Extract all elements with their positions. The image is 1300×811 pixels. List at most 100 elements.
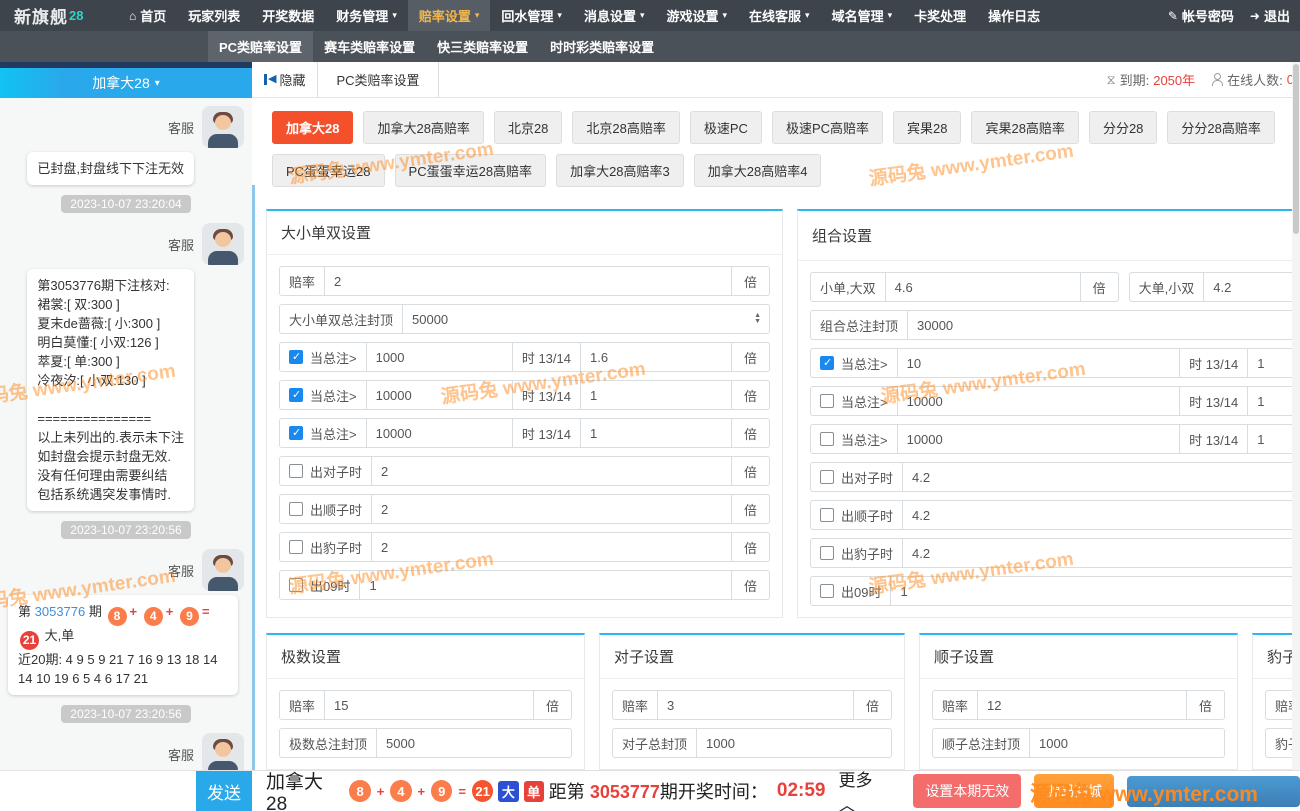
game-tab-canada28[interactable]: 加拿大28 [272,111,353,144]
menu-item-home[interactable]: ⌂首页 [118,0,177,31]
game-tab[interactable]: 宾果28 [893,111,961,144]
checkbox[interactable] [820,394,834,408]
checkbox[interactable] [820,546,834,560]
subnav-pc-odds[interactable]: PC类赔率设置 [208,31,313,62]
blue-button[interactable] [1127,776,1300,807]
current-game-label: 加拿大28 [266,767,341,811]
draw-result-line: 第 3053776 期 8+ 4+ 9= 21 大,单 [18,602,228,650]
panel-straight: 顺子设置 赔率 倍 顺子总注封顶 [919,633,1238,770]
menu-item-finance[interactable]: 财务管理▾ [325,0,408,31]
checkbox[interactable] [289,388,303,402]
threshold-input[interactable] [898,349,1180,377]
menu-item-players[interactable]: 玩家列表 [177,0,251,31]
checkbox[interactable] [289,502,303,516]
chat-room-selector[interactable]: 加拿大28 ▾ [0,68,252,98]
rate-input[interactable] [325,691,533,719]
menu-item-logs[interactable]: 操作日志 [977,0,1051,31]
game-tab[interactable]: 宾果28高赔率 [971,111,1078,144]
cap-input[interactable] [697,729,891,757]
checkbox[interactable] [289,464,303,478]
logo-text: 新旗舰 [14,3,68,28]
game-tab[interactable]: 加拿大28高赔率4 [694,154,822,187]
rate-input[interactable] [903,501,1300,529]
rate-input[interactable] [372,457,731,485]
edit-icon: ✎ [1168,9,1178,23]
threshold-input[interactable] [367,343,512,371]
logout-button[interactable]: ➜退出 [1242,0,1298,31]
cap-input[interactable] [403,305,754,333]
subnav-racing-odds[interactable]: 赛车类赔率设置 [313,31,426,62]
game-tab[interactable]: 北京28 [494,111,562,144]
rate-input[interactable] [360,571,731,599]
menu-item-message-settings[interactable]: 消息设置▾ [573,0,656,31]
checkbox[interactable] [820,508,834,522]
more-toggle[interactable]: 更多 ︿ [839,766,893,811]
menu-item-prize[interactable]: 卡奖处理 [903,0,977,31]
chat-message-list[interactable]: 客服 已封盘,封盘线下下注无效 2023-10-07 23:20:04 客服 第… [0,98,252,770]
game-tab[interactable]: 北京28高赔率 [572,111,679,144]
source-shop-button[interactable]: 源码商城 [1034,774,1114,808]
rate-input[interactable] [581,381,731,409]
chevron-down-icon: ▾ [723,10,728,21]
rate-input[interactable] [903,463,1300,491]
game-tab[interactable]: PC蛋蛋幸运28 [272,154,385,187]
rate-input[interactable] [886,273,1080,301]
main-scroll-region[interactable]: 加拿大28 加拿大28高赔率 北京28 北京28高赔率 极速PC 极速PC高赔率… [252,99,1300,770]
threshold-input[interactable] [367,419,512,447]
checkbox[interactable] [289,540,303,554]
rate-input[interactable] [891,577,1300,605]
menu-item-game-settings[interactable]: 游戏设置▾ [655,0,738,31]
logout-icon: ➜ [1250,9,1260,23]
cap-input[interactable] [1030,729,1224,757]
hide-sidebar-button[interactable]: ◀ 隐藏 [252,62,317,97]
game-tab[interactable]: 分分28高赔率 [1167,111,1274,144]
chat-input[interactable] [0,771,196,811]
subnav-ssc-odds[interactable]: 时时彩类赔率设置 [539,31,665,62]
menu-item-rebate[interactable]: 回水管理▾ [490,0,573,31]
rate-input[interactable] [372,495,731,523]
cap-input[interactable] [377,729,571,757]
game-tab[interactable]: 极速PC高赔率 [772,111,883,144]
number-ball: 9 [431,780,452,802]
rate-input[interactable] [325,267,731,295]
rate-input[interactable] [978,691,1186,719]
menu-item-odds-settings[interactable]: 赔率设置▾ [408,0,491,31]
number-spinner[interactable]: ▲▼ [754,305,769,333]
game-tab[interactable]: 加拿大28高赔率 [363,111,483,144]
invalidate-round-button[interactable]: 设置本期无效 [913,774,1021,808]
subnav-k3-odds[interactable]: 快三类赔率设置 [426,31,539,62]
threshold-input[interactable] [898,425,1180,453]
countdown-text: 距第 3053777期开奖时间： [549,778,768,804]
checkbox[interactable] [820,470,834,484]
game-tab[interactable]: PC蛋蛋幸运28高赔率 [395,154,547,187]
rate-input[interactable] [658,691,853,719]
open-tab-pc-odds[interactable]: PC类赔率设置 [317,62,438,97]
account-password-button[interactable]: ✎帐号密码 [1160,0,1242,31]
game-tab[interactable]: 加拿大28高赔率3 [556,154,684,187]
menu-item-draw-data[interactable]: 开奖数据 [251,0,325,31]
sum-ball: 21 [20,631,39,650]
checkbox[interactable] [820,584,834,598]
rate-input[interactable] [581,419,731,447]
rate-input[interactable] [581,343,731,371]
rate-input[interactable] [372,533,731,561]
game-tab[interactable]: 极速PC [690,111,762,144]
menu-item-online-service[interactable]: 在线客服▾ [738,0,821,31]
threshold-input[interactable] [898,387,1180,415]
recent-results-line: 近20期: 4 9 5 9 21 7 16 9 13 18 14 14 10 1… [18,650,228,688]
main-scrollbar[interactable] [1292,62,1300,770]
game-tab[interactable]: 分分28 [1089,111,1157,144]
rate-input[interactable] [1204,273,1300,301]
cap-input[interactable] [908,311,1300,339]
checkbox[interactable] [289,578,303,592]
checkbox[interactable] [289,426,303,440]
checkbox[interactable] [289,350,303,364]
checkbox[interactable] [820,356,834,370]
issue-link[interactable]: 3053776 [35,604,86,619]
content-left-divider [252,185,255,770]
rate-input[interactable] [903,539,1300,567]
checkbox[interactable] [820,432,834,446]
threshold-input[interactable] [367,381,512,409]
menu-item-domain[interactable]: 域名管理▾ [821,0,904,31]
send-button[interactable]: 发送 [196,771,252,811]
